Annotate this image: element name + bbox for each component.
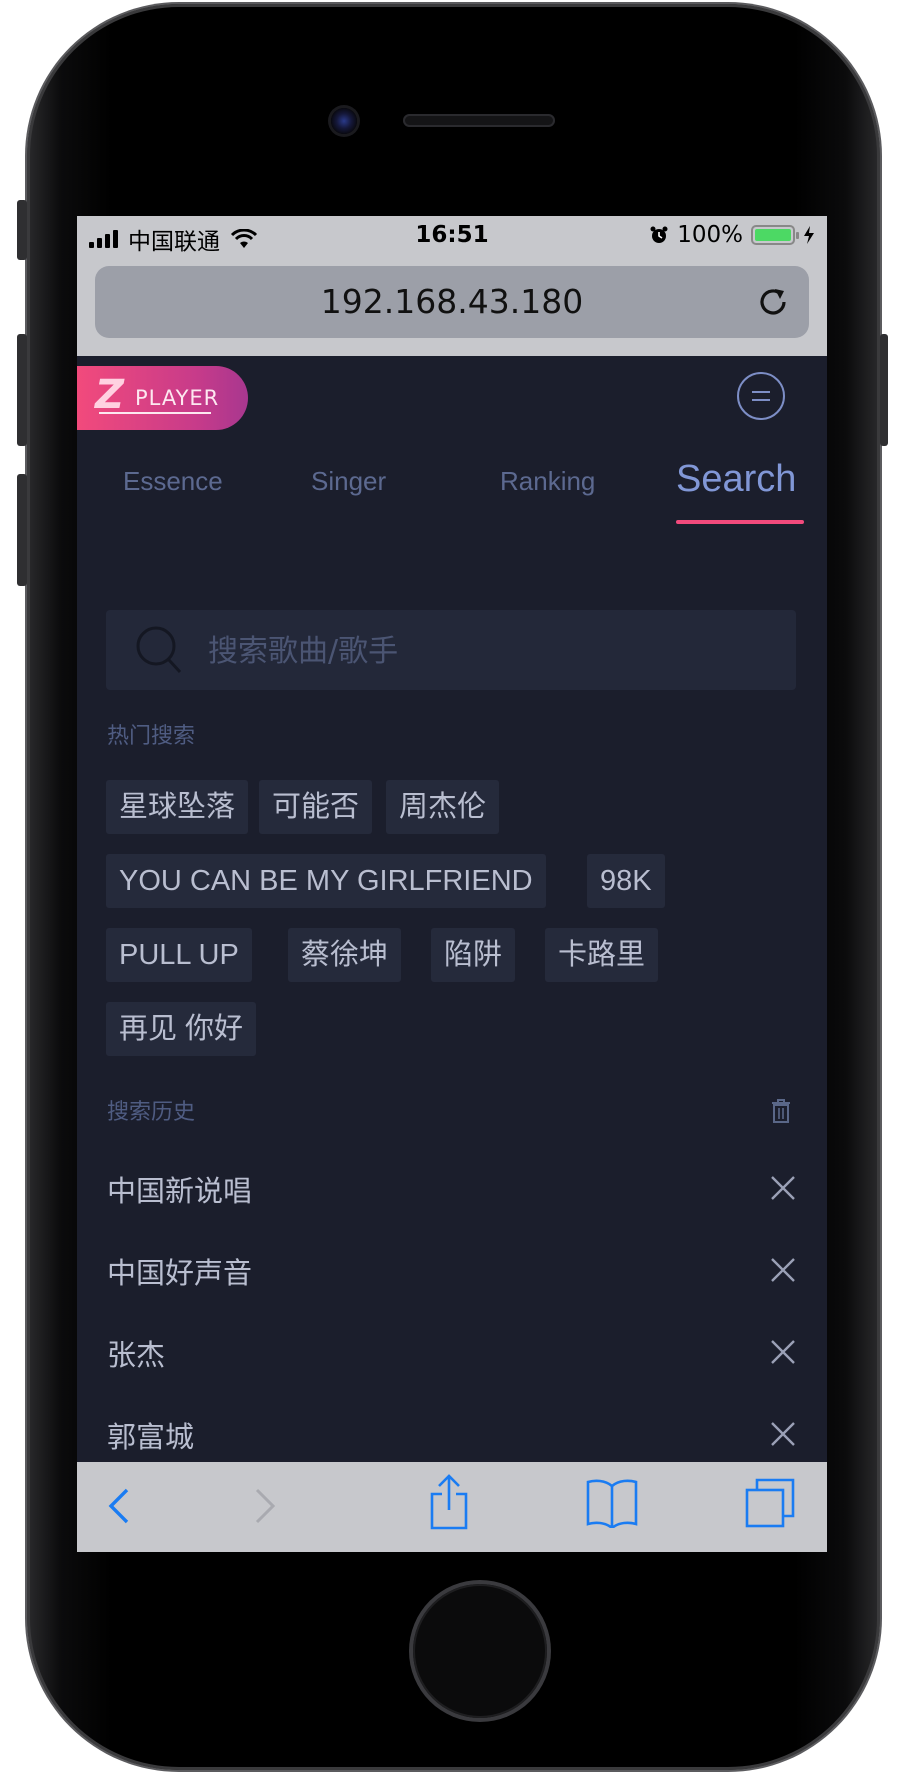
active-tab-indicator (676, 520, 804, 524)
history-item-label: 郭富城 (107, 1420, 195, 1454)
tab-ranking[interactable]: Ranking (500, 466, 595, 497)
hot-tag[interactable]: 可能否 (259, 780, 373, 834)
status-bar: 中国联通 16:51 100% (77, 216, 827, 256)
share-icon[interactable] (429, 1474, 469, 1530)
back-icon[interactable] (107, 1484, 131, 1528)
battery-percent: 100% (677, 222, 743, 248)
tab-essence[interactable]: Essence (123, 466, 223, 497)
search-box[interactable] (106, 610, 796, 690)
alarm-icon (650, 226, 668, 243)
close-icon[interactable] (769, 1420, 797, 1448)
hot-tag[interactable]: 星球坠落 (106, 780, 249, 834)
logo-underline (99, 412, 211, 414)
search-icon (136, 626, 182, 674)
hot-tag[interactable]: 再见 你好 (106, 1002, 257, 1056)
bookmarks-icon[interactable] (585, 1478, 639, 1528)
tab-search[interactable]: Search (676, 458, 796, 501)
browser-toolbar (77, 1462, 827, 1552)
volume-down-button (17, 474, 27, 586)
mute-switch (17, 200, 27, 260)
history-title: 搜索历史 (107, 1100, 196, 1125)
close-icon[interactable] (769, 1338, 797, 1366)
forward-icon[interactable] (253, 1484, 277, 1528)
tab-bar: Essence Singer Ranking Search (77, 458, 827, 536)
history-item-label: 中国新说唱 (107, 1174, 253, 1208)
menu-button[interactable] (737, 372, 785, 420)
power-button (880, 334, 888, 446)
logo-text: PLAYER (135, 386, 220, 410)
close-icon[interactable] (769, 1256, 797, 1284)
history-item-label: 张杰 (107, 1338, 166, 1372)
hot-tag[interactable]: 98K (587, 854, 665, 908)
history-item[interactable]: 张杰 (77, 1314, 827, 1394)
history-item[interactable]: 中国好声音 (77, 1232, 827, 1312)
hot-tag[interactable]: PULL UP (106, 928, 252, 982)
screen: 中国联通 16:51 100% 192.168.43.180 Z PLAYER … (77, 216, 827, 1552)
trash-icon[interactable] (770, 1098, 792, 1124)
volume-up-button (17, 334, 27, 446)
hot-tag[interactable]: 蔡徐坤 (288, 928, 402, 982)
hot-tag[interactable]: 陷阱 (431, 928, 516, 982)
charging-icon (804, 226, 814, 244)
app-header: Z PLAYER (77, 356, 827, 452)
history-item[interactable]: 中国新说唱 (77, 1150, 827, 1230)
hot-tag[interactable]: 周杰伦 (386, 780, 500, 834)
hot-search-title: 热门搜索 (107, 724, 196, 749)
front-camera (331, 108, 357, 134)
home-button[interactable] (413, 1584, 547, 1718)
history-item-label: 中国好声音 (107, 1256, 253, 1290)
app-logo[interactable]: Z PLAYER (77, 366, 248, 430)
tabs-icon[interactable] (745, 1478, 795, 1528)
hot-tag[interactable]: 卡路里 (545, 928, 659, 982)
earpiece-speaker (403, 114, 555, 127)
battery-icon (751, 225, 799, 245)
close-icon[interactable] (769, 1174, 797, 1202)
address-bar[interactable]: 192.168.43.180 (95, 266, 809, 338)
browser-top-bar: 中国联通 16:51 100% 192.168.43.180 (77, 216, 827, 356)
reload-icon[interactable] (753, 282, 793, 322)
url-text: 192.168.43.180 (320, 282, 584, 321)
hot-tag[interactable]: YOU CAN BE MY GIRLFRIEND (106, 854, 546, 908)
search-input[interactable] (206, 624, 770, 678)
tab-singer[interactable]: Singer (311, 466, 386, 497)
